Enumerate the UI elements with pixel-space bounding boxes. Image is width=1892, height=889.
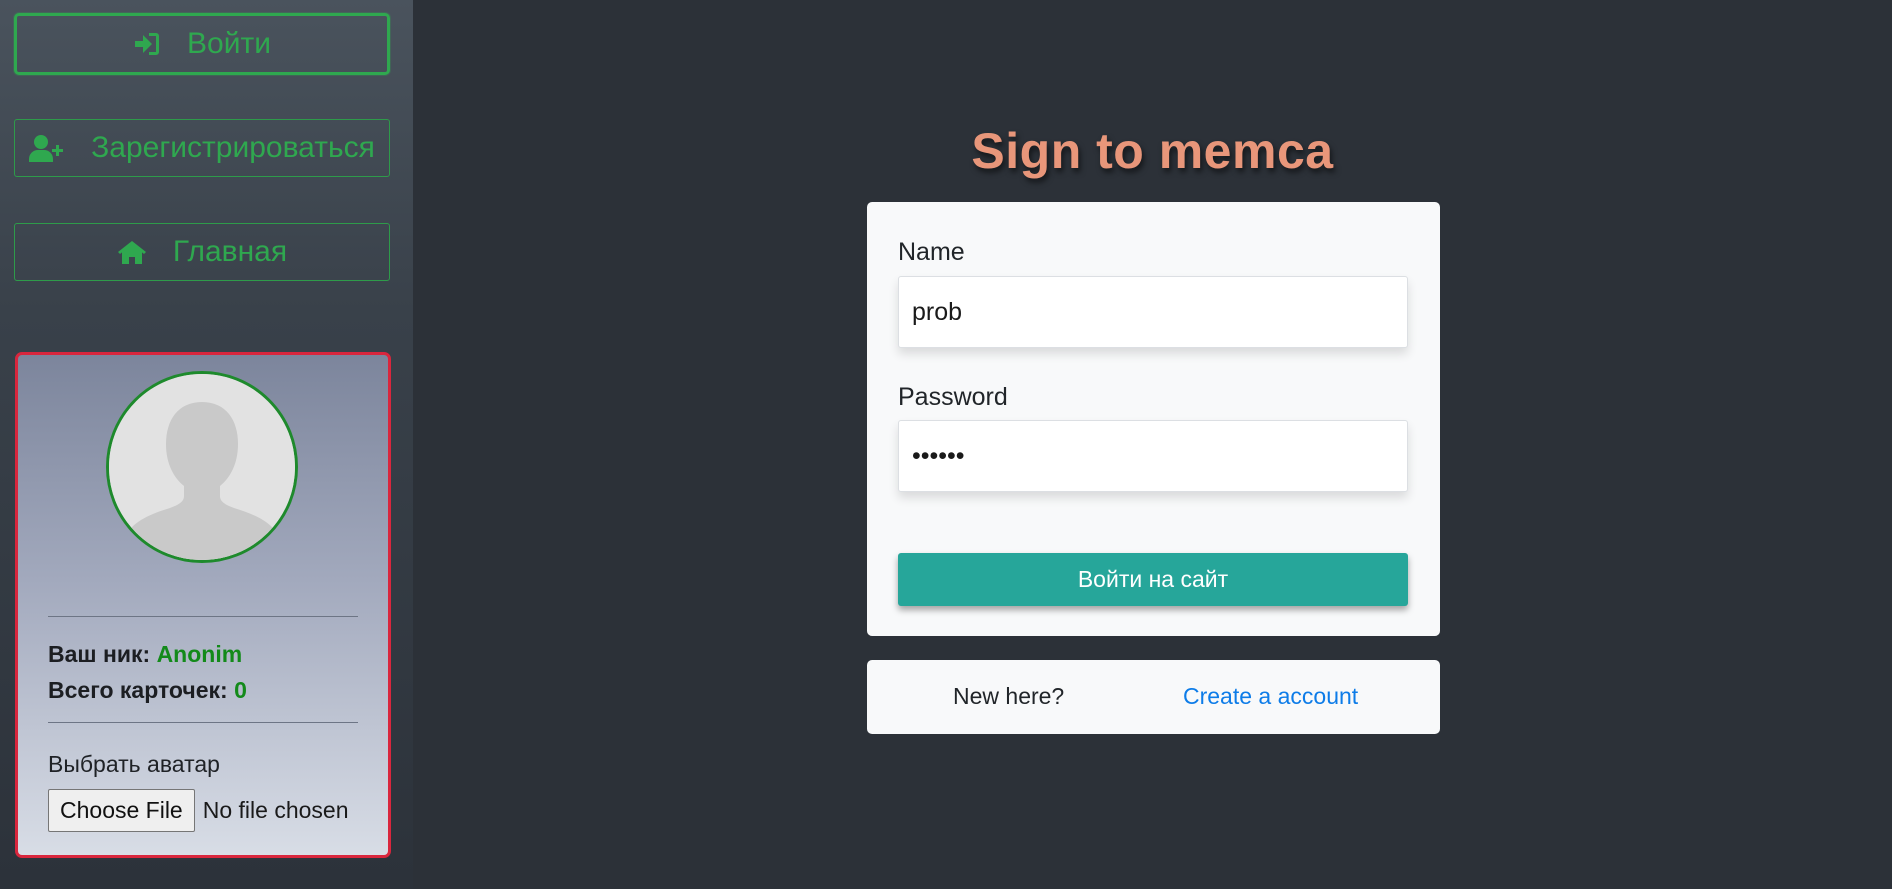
login-nav-label: Войти	[187, 27, 271, 60]
cards-stat: Всего карточек: 0	[48, 677, 247, 704]
main-content: Sign to memca Name prob Password •••••• …	[413, 0, 1892, 889]
home-nav-label: Главная	[172, 235, 288, 268]
cards-value: 0	[234, 677, 247, 703]
register-nav-button[interactable]: Зарегистрироваться	[14, 119, 390, 177]
app-root: Войти Зарегистрироваться Главная Ваш ник…	[0, 0, 1892, 889]
nick-label: Ваш ник:	[48, 641, 151, 667]
register-nav-label: Зарегистрироваться	[91, 131, 375, 164]
sidebar: Войти Зарегистрироваться Главная Ваш ник…	[0, 0, 413, 889]
avatar-file-input: Choose File No file chosen	[48, 789, 348, 832]
name-input[interactable]: prob	[898, 276, 1408, 348]
profile-divider-top	[48, 616, 358, 617]
name-label: Name	[898, 238, 965, 266]
choose-file-button[interactable]: Choose File	[48, 789, 195, 832]
login-submit-button[interactable]: Войти на сайт	[898, 553, 1408, 606]
password-input[interactable]: ••••••	[898, 420, 1408, 492]
nick-stat: Ваш ник: Anonim	[48, 641, 242, 668]
login-form-card: Name prob Password •••••• Войти на сайт	[867, 202, 1440, 636]
sign-in-icon	[133, 31, 161, 57]
cards-label: Всего карточек:	[48, 677, 228, 703]
signup-card: New here? Create a account	[867, 660, 1440, 734]
user-plus-icon	[29, 134, 65, 162]
signup-prompt: New here?	[953, 683, 1065, 709]
login-nav-button[interactable]: Войти	[14, 13, 390, 75]
file-status-text: No file chosen	[202, 797, 349, 823]
create-account-link[interactable]: Create a account	[1183, 683, 1358, 710]
page-title: Sign to memca	[971, 123, 1334, 179]
nick-value: Anonim	[156, 641, 243, 667]
profile-divider-bottom	[48, 722, 358, 723]
profile-card: Ваш ник: Anonim Всего карточек: 0 Выбрат…	[15, 352, 391, 858]
default-user-icon	[109, 374, 295, 560]
home-icon	[117, 239, 147, 265]
password-label: Password	[898, 383, 1008, 411]
avatar	[106, 371, 298, 563]
home-nav-button[interactable]: Главная	[14, 223, 390, 281]
choose-avatar-label: Выбрать аватар	[48, 751, 220, 777]
